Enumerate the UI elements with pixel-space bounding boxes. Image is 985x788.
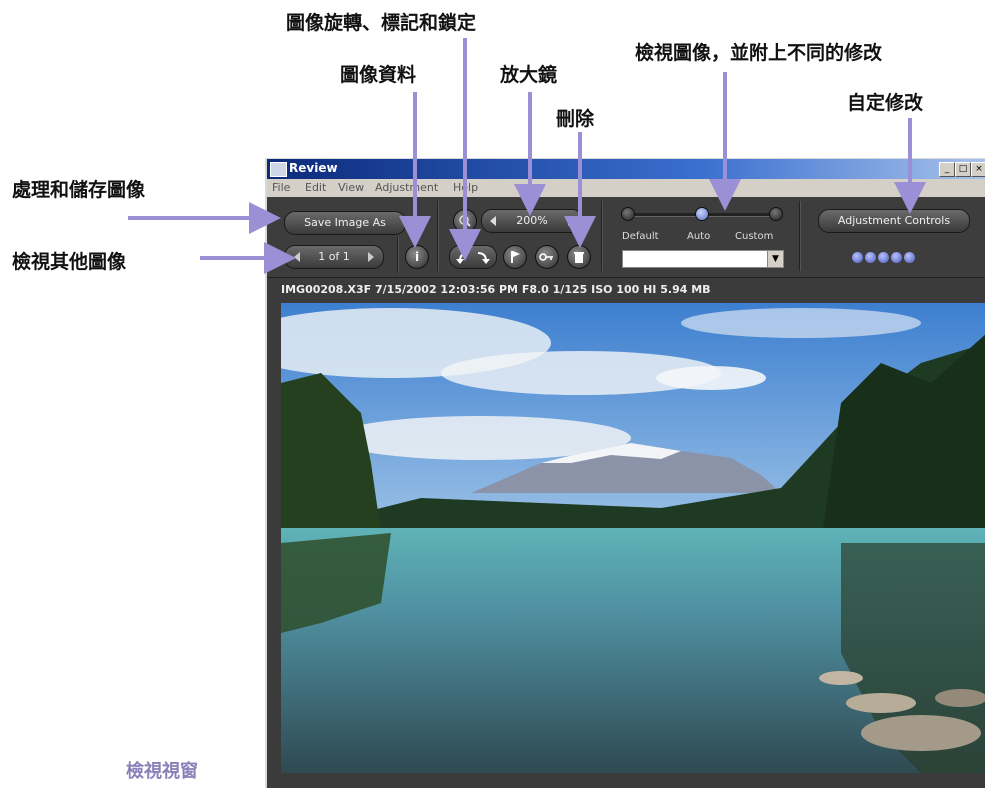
lock-key-icon[interactable] (535, 245, 559, 269)
indicator-dot (878, 252, 889, 263)
rotate-right-icon[interactable] (477, 252, 490, 264)
minimize-button[interactable]: _ (939, 162, 955, 177)
trash-icon[interactable] (567, 245, 591, 269)
magnifier-icon[interactable] (453, 209, 477, 233)
review-window: Review _ □ × File Edit View Adjustment H… (265, 158, 985, 788)
callout-delete: 刪除 (556, 108, 595, 130)
slider-label-auto: Auto (687, 231, 711, 242)
zoom-in-icon[interactable] (568, 216, 574, 226)
callout-rotate-tag-lock: 圖像旋轉、標記和鎖定 (286, 12, 477, 34)
window-title: Review (289, 161, 338, 175)
zoom-value: 200% (516, 214, 548, 227)
previous-image-icon[interactable] (294, 252, 300, 262)
menu-adjustment[interactable]: Adjustment (375, 181, 438, 194)
callout-magnifier: 放大鏡 (500, 64, 558, 86)
zoom-control[interactable]: 200% (481, 209, 583, 233)
separator (437, 201, 439, 271)
menu-bar: File Edit View Adjustment Help (267, 179, 985, 197)
menu-file[interactable]: File (272, 181, 290, 194)
slider-label-custom: Custom (735, 231, 774, 242)
indicator-dot (904, 252, 915, 263)
callout-custom-adjust: 自定修改 (847, 92, 924, 114)
adjustment-controls-button[interactable]: Adjustment Controls (818, 209, 970, 233)
indicator-dot (891, 252, 902, 263)
slider-knob-auto[interactable] (695, 207, 709, 221)
slider-knob-custom[interactable] (769, 207, 783, 221)
slider-knob-default[interactable] (621, 207, 635, 221)
menu-help[interactable]: Help (453, 181, 478, 194)
separator (601, 201, 603, 271)
app-icon (270, 162, 287, 177)
callout-view-with-adjustments: 檢視圖像，並附上不同的修改 (635, 42, 883, 64)
maximize-button[interactable]: □ (955, 162, 971, 177)
next-image-icon[interactable] (368, 252, 374, 262)
tag-flag-icon[interactable] (503, 245, 527, 269)
title-bar: Review _ □ × (267, 159, 985, 179)
indicator-dot (852, 252, 863, 263)
rotate-buttons[interactable] (449, 245, 497, 269)
rotate-left-icon[interactable] (456, 252, 469, 264)
separator (397, 237, 399, 273)
separator (799, 201, 801, 271)
menu-edit[interactable]: Edit (305, 181, 326, 194)
zoom-out-icon[interactable] (490, 216, 496, 226)
close-button[interactable]: × (971, 162, 985, 177)
callout-process-save: 處理和儲存圖像 (12, 179, 146, 201)
chevron-down-icon[interactable]: ▼ (767, 251, 783, 267)
callout-image-info: 圖像資料 (340, 64, 417, 86)
image-counter: 1 of 1 (318, 250, 350, 263)
callout-view-other: 檢視其他圖像 (12, 251, 127, 273)
slider-label-default: Default (622, 231, 659, 242)
menu-view[interactable]: View (338, 181, 364, 194)
indicator-dot (865, 252, 876, 263)
preview-image (281, 303, 985, 773)
image-navigator[interactable]: 1 of 1 (284, 245, 384, 269)
image-info-bar: IMG00208.X3F 7/15/2002 12:03:56 PM F8.0 … (267, 278, 985, 302)
adjustment-indicator-dots (852, 248, 917, 267)
toolbar: Save Image As 1 of 1 i 200% Default Auto… (267, 197, 985, 278)
adjustment-dropdown[interactable]: ▼ (622, 250, 784, 268)
image-info-icon[interactable]: i (405, 245, 429, 269)
window-caption: 檢視視窗 (126, 761, 198, 782)
save-image-as-button[interactable]: Save Image As (284, 211, 406, 235)
